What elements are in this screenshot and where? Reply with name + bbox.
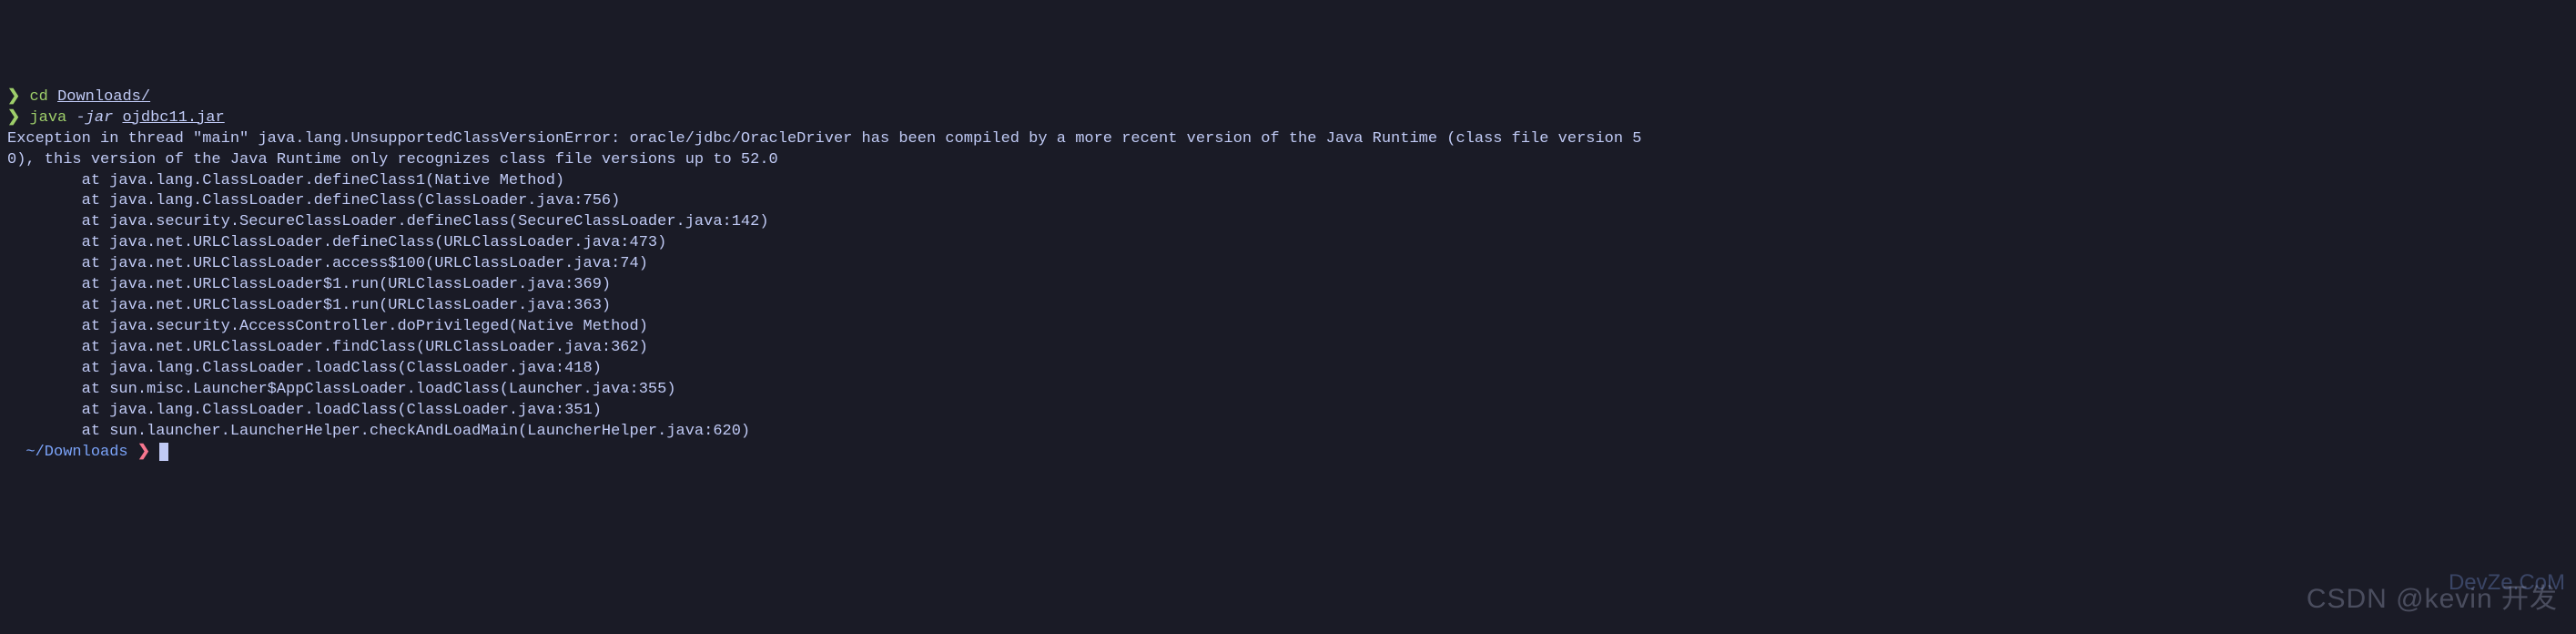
stack-trace-line: at sun.launcher.LauncherHelper.checkAndL… bbox=[7, 423, 750, 440]
cursor[interactable] bbox=[159, 443, 168, 461]
prompt-line-2: ❯ java -jar ojdbc11.jar bbox=[7, 109, 225, 127]
prompt-arrow-icon: ❯ bbox=[7, 109, 20, 127]
exception-line-2: 0), this version of the Java Runtime onl… bbox=[7, 151, 778, 169]
status-arrow-icon: ❯ bbox=[137, 444, 150, 461]
status-line: ~/Downloads ❯ bbox=[7, 444, 168, 461]
stack-trace-line: at java.net.URLClassLoader.findClass(URL… bbox=[7, 339, 648, 356]
stack-trace-line: at java.net.URLClassLoader.defineClass(U… bbox=[7, 234, 666, 251]
exception-line-1: Exception in thread "main" java.lang.Uns… bbox=[7, 130, 1642, 148]
stack-trace-line: at java.lang.ClassLoader.defineClass(Cla… bbox=[7, 192, 620, 210]
prompt-arrow-icon: ❯ bbox=[7, 88, 20, 106]
java-flag: -jar bbox=[76, 109, 113, 127]
stack-trace-line: at java.net.URLClassLoader$1.run(URLClas… bbox=[7, 297, 611, 314]
cd-argument: Downloads/ bbox=[57, 88, 150, 106]
java-arg: ojdbc11.jar bbox=[122, 109, 224, 127]
stack-trace-line: at sun.misc.Launcher$AppClassLoader.load… bbox=[7, 381, 676, 398]
stack-trace-line: at java.lang.ClassLoader.loadClass(Class… bbox=[7, 402, 602, 419]
prompt-line-1: ❯ cd Downloads/ bbox=[7, 88, 150, 106]
stack-trace-line: at java.security.SecureClassLoader.defin… bbox=[7, 213, 769, 230]
stack-trace-line: at java.net.URLClassLoader$1.run(URLClas… bbox=[7, 276, 611, 293]
current-path: ~/Downloads bbox=[25, 444, 127, 461]
stack-trace-line: at java.lang.ClassLoader.defineClass1(Na… bbox=[7, 172, 564, 189]
watermark-csdn: CSDN @kevin 开发 bbox=[2307, 581, 2558, 619]
stack-trace-line: at java.lang.ClassLoader.loadClass(Class… bbox=[7, 360, 602, 377]
command-cd: cd bbox=[29, 88, 47, 106]
terminal-area[interactable]: ❯ cd Downloads/ ❯ java -jar ojdbc11.jar … bbox=[7, 87, 2569, 464]
command-java: java bbox=[29, 109, 66, 127]
stack-trace-line: at java.net.URLClassLoader.access$100(UR… bbox=[7, 255, 648, 272]
stack-trace-line: at java.security.AccessController.doPriv… bbox=[7, 318, 648, 335]
